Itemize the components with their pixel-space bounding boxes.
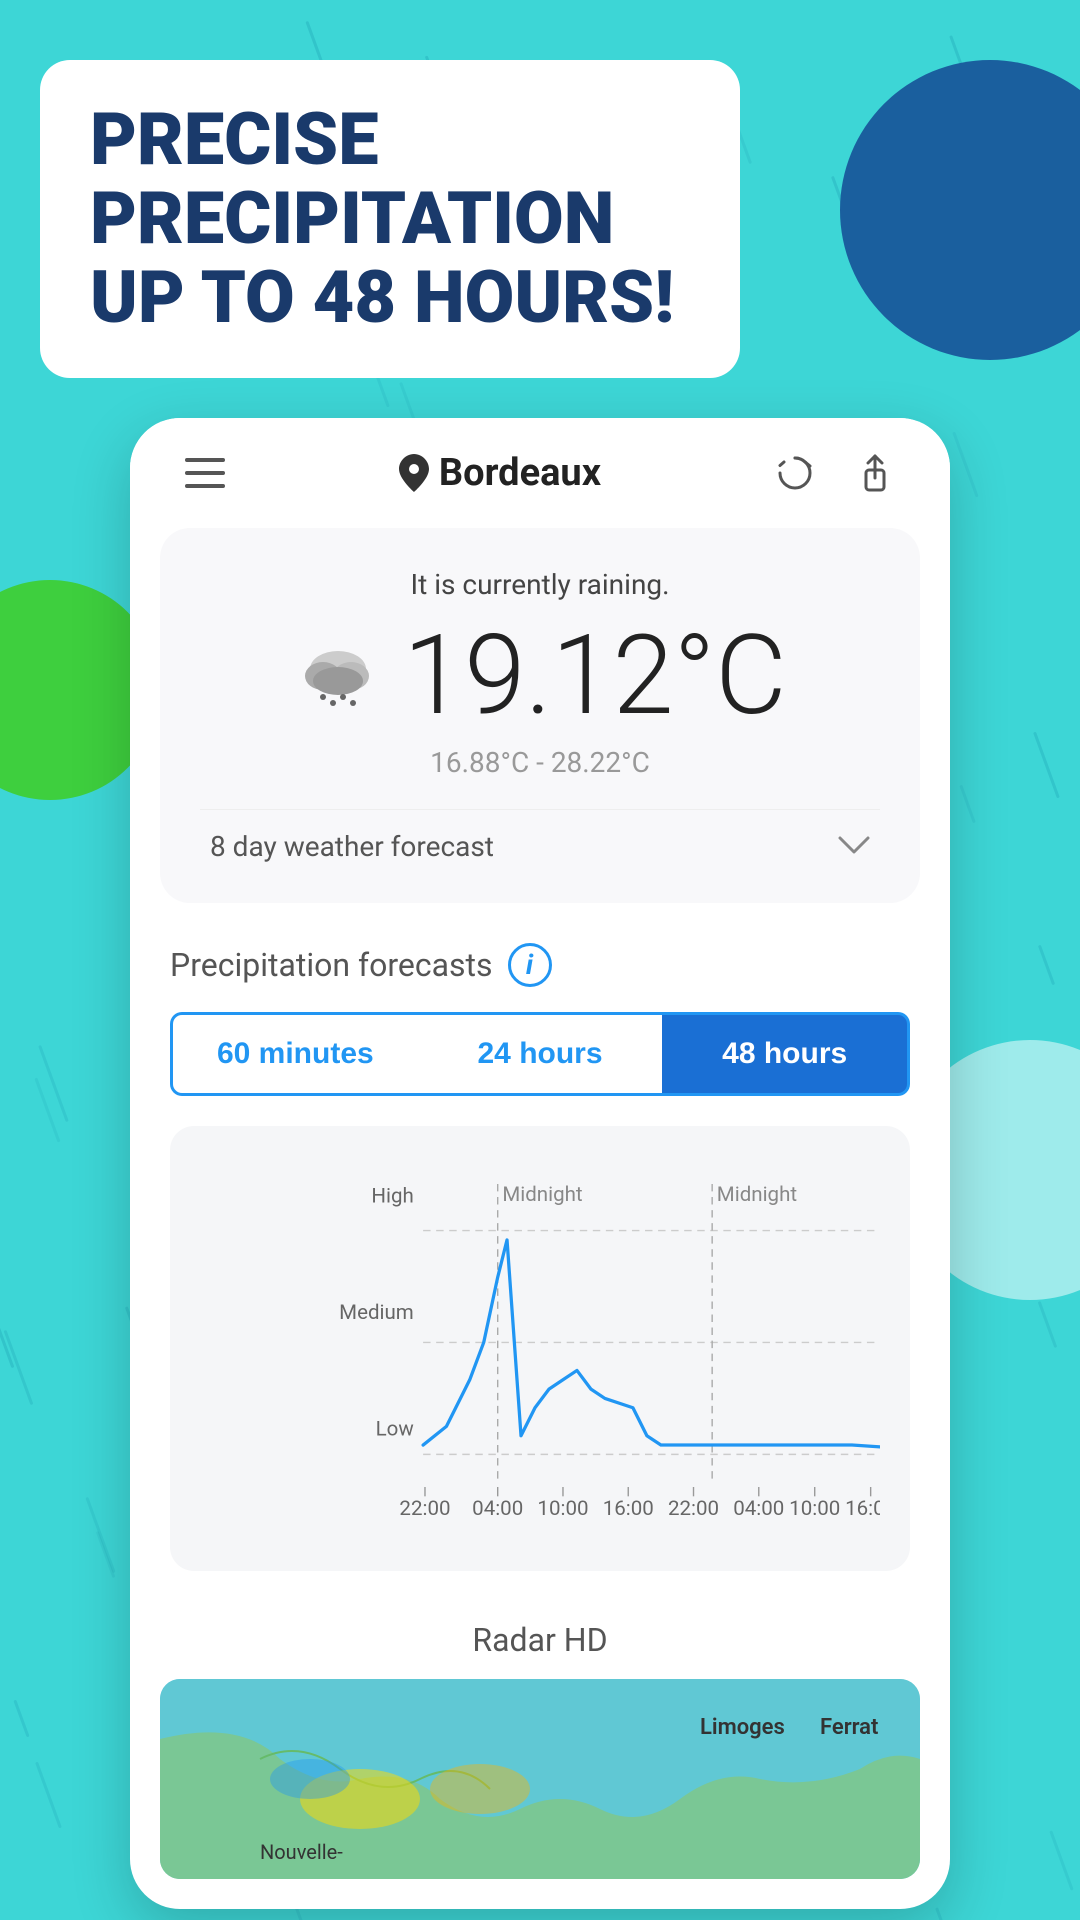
refresh-button[interactable] xyxy=(770,448,820,498)
deco-circle-blue xyxy=(840,60,1080,360)
svg-text:10:00: 10:00 xyxy=(789,1497,840,1521)
temperature-range: 16.88°C - 28.22°C xyxy=(200,746,880,779)
precipitation-section: Precipitation forecasts i 60 minutes 24 … xyxy=(130,933,950,1622)
promo-text: PRECISE PRECIPITATION UP TO 48 HOURS! xyxy=(90,100,690,338)
svg-text:16:00: 16:00 xyxy=(845,1497,880,1521)
svg-text:Medium: Medium xyxy=(339,1301,414,1325)
info-button[interactable]: i xyxy=(508,943,552,987)
precip-title: Precipitation forecasts xyxy=(170,946,493,984)
svg-text:Low: Low xyxy=(376,1417,414,1441)
svg-text:04:00: 04:00 xyxy=(472,1497,523,1521)
weather-status: It is currently raining. xyxy=(200,568,880,601)
precipitation-chart: High Medium Low Midnight Midnight 22:00 xyxy=(170,1126,910,1572)
svg-text:22:00: 22:00 xyxy=(668,1497,719,1521)
weather-icon xyxy=(293,641,383,711)
temperature-display: 19.12°C xyxy=(403,621,786,731)
tab-24-hours[interactable]: 24 hours xyxy=(418,1012,663,1096)
forecast-toggle[interactable]: 8 day weather forecast xyxy=(200,809,880,873)
chevron-down-icon xyxy=(838,836,870,856)
svg-text:Limoges: Limoges xyxy=(700,1715,785,1740)
city-name: Bordeaux xyxy=(439,451,601,495)
forecast-toggle-label: 8 day weather forecast xyxy=(210,830,494,863)
radar-map[interactable]: Limoges Ferrat Nouvelle- xyxy=(160,1679,920,1879)
weather-temp-row: 19.12°C xyxy=(200,621,880,731)
chart-svg: High Medium Low Midnight Midnight 22:00 xyxy=(190,1156,880,1548)
tab-60-minutes[interactable]: 60 minutes xyxy=(170,1012,418,1096)
svg-text:Midnight: Midnight xyxy=(717,1182,797,1206)
svg-text:22:00: 22:00 xyxy=(399,1497,450,1521)
nav-action-icons xyxy=(770,448,900,498)
svg-text:Ferrat: Ferrat xyxy=(820,1715,878,1740)
svg-text:10:00: 10:00 xyxy=(537,1497,588,1521)
time-tabs: 60 minutes 24 hours 48 hours xyxy=(160,1012,920,1096)
precip-header: Precipitation forecasts i xyxy=(160,943,920,987)
menu-button[interactable] xyxy=(180,448,230,498)
radar-section: Radar HD Limoges Ferrat Nouvelle- xyxy=(130,1621,950,1909)
weather-card: It is currently raining. 19.12°C 16.88°C… xyxy=(160,528,920,903)
nav-title: Bordeaux xyxy=(399,451,601,495)
phone-mockup: Bordeaux It is currently raini xyxy=(130,418,950,1910)
nav-bar: Bordeaux xyxy=(130,418,950,518)
location-pin-icon xyxy=(399,454,429,492)
svg-text:Midnight: Midnight xyxy=(502,1182,582,1206)
radar-label: Radar HD xyxy=(160,1621,920,1659)
svg-text:Nouvelle-: Nouvelle- xyxy=(260,1840,343,1864)
tab-48-hours[interactable]: 48 hours xyxy=(662,1012,910,1096)
svg-text:16:00: 16:00 xyxy=(603,1497,654,1521)
share-button[interactable] xyxy=(850,448,900,498)
svg-text:High: High xyxy=(371,1184,413,1208)
svg-text:04:00: 04:00 xyxy=(733,1497,784,1521)
promo-banner: PRECISE PRECIPITATION UP TO 48 HOURS! xyxy=(40,60,740,378)
